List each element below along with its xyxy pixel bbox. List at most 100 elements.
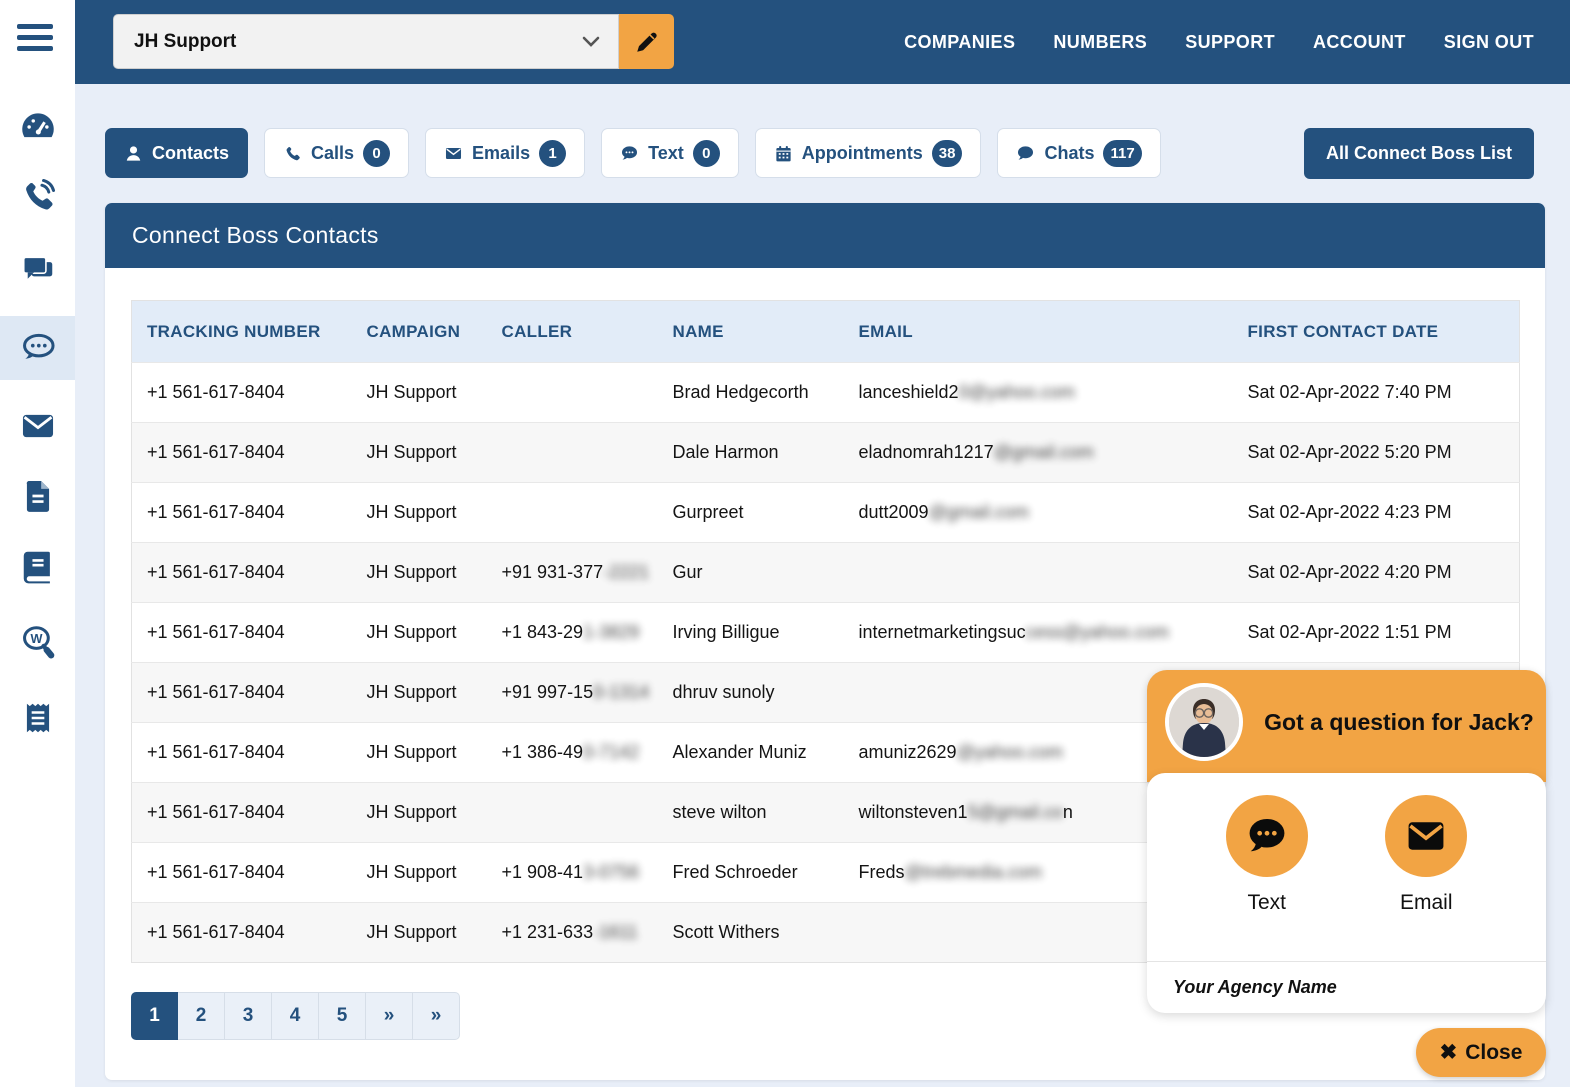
cell-tracking-number: +1 561-617-8404 [132,603,352,663]
cell-name: Scott Withers [658,903,844,963]
tab-badge: 38 [932,140,963,167]
cell-campaign: JH Support [352,423,487,483]
table-row[interactable]: +1 561-617-8404JH Support+91 931-377-222… [132,543,1520,603]
email-action-circle [1385,795,1467,877]
page-button-»[interactable]: » [366,992,413,1040]
cell-caller [487,783,658,843]
cell-caller: +1 231-633-1611 [487,903,658,963]
col-caller: CALLER [487,301,658,363]
nav-sign-out[interactable]: SIGN OUT [1444,32,1534,53]
cell-name: dhruv sunoly [658,663,844,723]
page-button-5[interactable]: 5 [319,992,366,1040]
nav-support[interactable]: SUPPORT [1185,32,1275,53]
sidebar-item-text-sms[interactable] [0,316,75,380]
cell-name: Gur [658,543,844,603]
cell-campaign: JH Support [352,603,487,663]
table-row[interactable]: +1 561-617-8404JH Support+1 843-291-3829… [132,603,1520,663]
col-name: NAME [658,301,844,363]
cell-campaign: JH Support [352,723,487,783]
cell-email [844,543,1233,603]
sidebar-item-email[interactable] [0,396,75,456]
cell-tracking-number: +1 561-617-8404 [132,663,352,723]
chat-action-email[interactable]: Email [1385,795,1467,915]
cell-campaign: JH Support [352,903,487,963]
col-email: EMAIL [844,301,1233,363]
cell-name: Fred Schroeder [658,843,844,903]
chat-bubble-icon [1245,814,1289,858]
cell-date: Sat 02-Apr-2022 7:40 PM [1233,363,1520,423]
sidebar-item-dashboard[interactable] [0,96,75,156]
cell-campaign: JH Support [352,663,487,723]
col-campaign: CAMPAIGN [352,301,487,363]
nav-account[interactable]: ACCOUNT [1313,32,1406,53]
chat-close-button[interactable]: ✖ Close [1416,1028,1546,1077]
text-action-circle [1226,795,1308,877]
cell-name: Irving Billigue [658,603,844,663]
company-select-value: JH Support [134,31,236,53]
tab-label: Text [648,143,684,164]
edit-company-button[interactable] [619,14,674,69]
close-label: Close [1465,1041,1522,1065]
sidebar-item-calls[interactable] [0,166,75,226]
sidebar-item-contacts-book[interactable] [0,536,75,596]
top-header-bar: JH Support COMPANIES NUMBERS SUPPORT ACC… [75,0,1570,84]
page-button-»[interactable]: » [413,992,460,1040]
cell-campaign: JH Support [352,783,487,843]
table-row[interactable]: +1 561-617-8404JH SupportGurpreetdutt200… [132,483,1520,543]
tabs-row: Contacts Calls 0 Emails 1 Text 0 Appoint… [105,128,1161,178]
chevron-down-icon [582,36,600,48]
col-first-contact-date: FIRST CONTACT DATE [1233,301,1520,363]
tab-chats[interactable]: Chats 117 [997,128,1160,178]
all-connect-boss-list-button[interactable]: All Connect Boss List [1304,128,1534,179]
tab-calls[interactable]: Calls 0 [264,128,409,178]
sidebar-item-chat-messages[interactable] [0,240,75,300]
nav-numbers[interactable]: NUMBERS [1053,32,1147,53]
sidebar-item-billing-receipt[interactable] [0,688,75,748]
cell-name: Alexander Muniz [658,723,844,783]
page-button-1[interactable]: 1 [131,992,178,1040]
cell-tracking-number: +1 561-617-8404 [132,903,352,963]
cell-caller: +1 908-413-0756 [487,843,658,903]
cell-tracking-number: +1 561-617-8404 [132,543,352,603]
nav-companies[interactable]: COMPANIES [904,32,1015,53]
cell-caller: +1 843-291-3829 [487,603,658,663]
sidebar-item-keyword-search[interactable]: W [0,612,75,672]
tab-contacts[interactable]: Contacts [105,128,248,178]
sidebar-item-documents[interactable] [0,466,75,526]
cell-caller: +91 931-377-2221 [487,543,658,603]
tab-badge: 117 [1103,140,1141,167]
cell-tracking-number: +1 561-617-8404 [132,423,352,483]
cell-campaign: JH Support [352,843,487,903]
table-row[interactable]: +1 561-617-8404JH SupportDale Harmonelad… [132,423,1520,483]
tab-badge: 0 [693,140,720,167]
cell-campaign: JH Support [352,483,487,543]
cell-campaign: JH Support [352,363,487,423]
comments-icon [19,251,57,289]
chat-widget: Got a question for Jack? Text Email Your… [1147,670,1546,1013]
cell-email: dutt2009@gmail.com [844,483,1233,543]
table-row[interactable]: +1 561-617-8404JH SupportBrad Hedgecorth… [132,363,1520,423]
calendar-icon [774,144,793,163]
cell-email: internetmarketingsuccess@yahoo.com [844,603,1233,663]
company-select[interactable]: JH Support [113,14,619,69]
cell-name: Gurpreet [658,483,844,543]
chat-bubble-icon [1016,144,1035,163]
chat-actions: Text Email [1147,795,1546,915]
page-button-2[interactable]: 2 [178,992,225,1040]
tab-appointments[interactable]: Appointments 38 [755,128,982,178]
tab-label: Calls [311,143,354,164]
cell-caller [487,483,658,543]
panel-title: Connect Boss Contacts [105,203,1545,268]
page-button-4[interactable]: 4 [272,992,319,1040]
cell-name: Dale Harmon [658,423,844,483]
pagination: 12345»» [131,992,460,1040]
tab-emails[interactable]: Emails 1 [425,128,585,178]
tab-text[interactable]: Text 0 [601,128,739,178]
cell-campaign: JH Support [352,543,487,603]
hamburger-menu-icon[interactable] [17,24,57,60]
chat-widget-body: Text Email Your Agency Name [1147,773,1546,1013]
page-button-3[interactable]: 3 [225,992,272,1040]
svg-text:W: W [30,632,42,646]
chat-action-text[interactable]: Text [1226,795,1308,915]
cell-caller [487,363,658,423]
